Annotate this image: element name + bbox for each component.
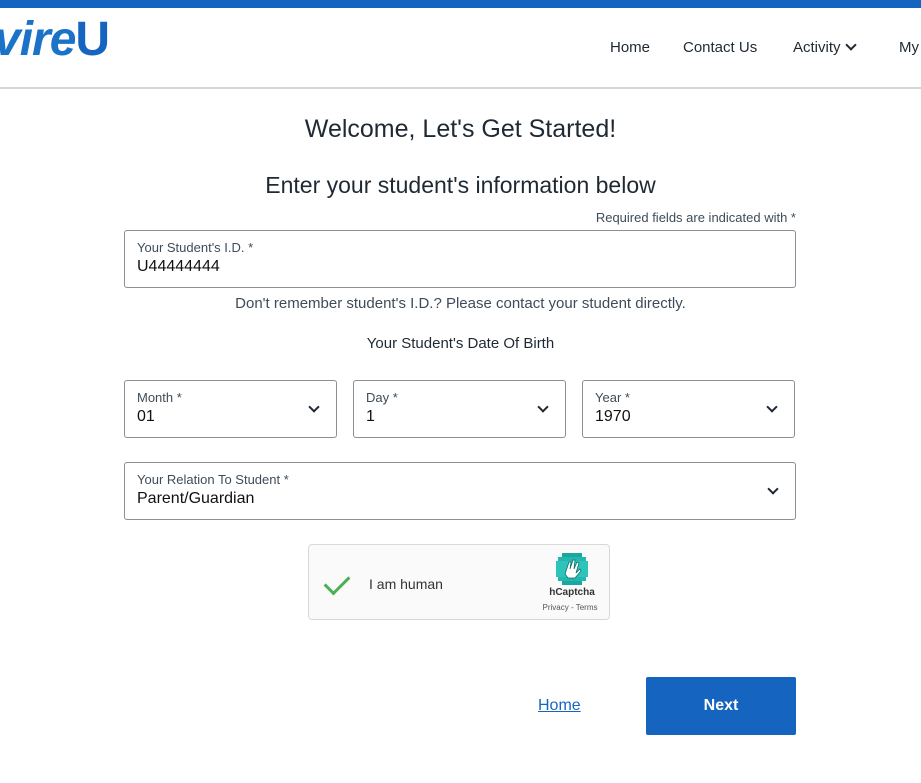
chevron-down-icon <box>537 401 549 413</box>
dob-heading: Your Student's Date Of Birth <box>366 335 555 352</box>
relation-select[interactable]: Your Relation To Student * Parent/Guardi… <box>124 462 796 520</box>
day-value: 1 <box>366 408 375 425</box>
chevron-down-icon <box>844 39 857 51</box>
next-button[interactable]: Next <box>646 677 796 735</box>
nav-home-link[interactable]: Home <box>610 39 650 56</box>
nav-contact-link[interactable]: Contact Us <box>683 39 757 56</box>
main-nav: Home Contact Us Activity My <box>0 39 921 59</box>
chevron-down-icon <box>767 483 779 495</box>
year-select[interactable]: Year * 1970 <box>582 380 795 438</box>
home-link[interactable]: Home <box>538 697 581 715</box>
page-subtitle: Enter your student's information below <box>265 172 656 198</box>
relation-label: Your Relation To Student * <box>137 472 289 487</box>
day-select[interactable]: Day * 1 <box>353 380 566 438</box>
student-id-label: Your Student's I.D. * <box>137 240 254 255</box>
chevron-down-icon <box>308 401 320 413</box>
terms-link[interactable]: Terms <box>576 603 598 612</box>
month-label: Month * <box>137 390 182 405</box>
relation-value: Parent/Guardian <box>137 490 255 507</box>
nav-my-menu[interactable]: My <box>899 39 919 56</box>
month-select[interactable]: Month * 01 <box>124 380 337 438</box>
nav-activity-label: Activity <box>793 39 841 56</box>
nav-activity-menu[interactable]: Activity <box>793 39 857 56</box>
page-title: Welcome, Let's Get Started! <box>304 115 617 143</box>
id-help-text: Don't remember student's I.D.? Please co… <box>235 295 686 312</box>
student-id-field[interactable]: Your Student's I.D. * U44444444 <box>124 230 796 288</box>
year-value: 1970 <box>595 408 631 425</box>
captcha-label: I am human <box>369 576 443 592</box>
checkmark-icon[interactable] <box>323 568 351 596</box>
required-fields-note: Required fields are indicated with * <box>595 210 796 225</box>
hcaptcha-logo-icon <box>556 553 588 585</box>
link-separator: - <box>568 603 576 612</box>
month-value: 01 <box>137 408 155 425</box>
top-accent-bar <box>0 0 921 8</box>
site-header: vireU Home Contact Us Activity My <box>0 8 921 89</box>
chevron-down-icon <box>766 401 778 413</box>
hcaptcha-widget: I am human hCaptcha Privacy - Terms <box>308 544 610 620</box>
hcaptcha-links: Privacy - Terms <box>531 603 609 612</box>
day-label: Day * <box>366 390 398 405</box>
student-id-value[interactable]: U44444444 <box>137 258 220 276</box>
hcaptcha-brand: hCaptcha <box>549 587 595 598</box>
year-label: Year * <box>595 390 630 405</box>
privacy-link[interactable]: Privacy <box>543 603 569 612</box>
